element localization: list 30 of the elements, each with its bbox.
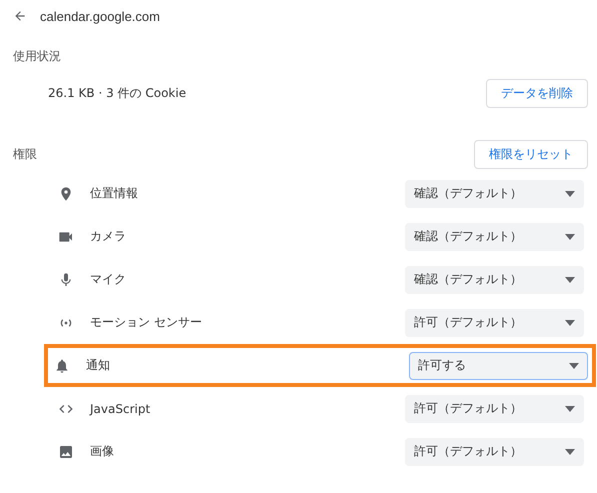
caret-icon [565, 276, 575, 282]
permission-dropdown[interactable]: 許可（デフォルト） [405, 394, 584, 422]
permission-label: マイク [90, 271, 127, 288]
permission-label: 画像 [90, 443, 115, 460]
caret-icon [565, 448, 575, 454]
caret-icon [565, 406, 575, 412]
section-heading: 使用状況 [12, 48, 62, 65]
clear-data-button[interactable]: データを削除 [486, 78, 588, 108]
bell-icon [54, 358, 70, 374]
permission-label: カメラ [90, 228, 127, 245]
permission-dropdown[interactable]: 許可する [409, 352, 588, 380]
image-icon [58, 444, 74, 460]
caret-icon [569, 362, 579, 368]
permission-label: 通知 [86, 357, 111, 374]
permission-dropdown[interactable]: 許可（デフォルト） [405, 308, 584, 336]
permission-label: 位置情報 [90, 185, 139, 202]
permission-dropdown[interactable]: 確認（デフォルト） [405, 266, 584, 294]
reset-permissions-button[interactable]: 権限をリセット [474, 140, 588, 168]
caret-icon [565, 190, 575, 196]
permission-dropdown[interactable]: 確認（デフォルト） [405, 222, 584, 250]
caret-icon [565, 320, 575, 326]
site-title: calendar.google.com [40, 8, 160, 24]
caret-icon [565, 234, 575, 240]
permission-dropdown[interactable]: 許可（デフォルト） [405, 438, 584, 466]
usage-summary: 26.1 KB · 3 件の Cookie [47, 84, 186, 102]
section-heading: 権限 [12, 146, 37, 162]
permission-label: モーション センサー [90, 314, 203, 331]
permission-dropdown[interactable]: 確認（デフォルト） [405, 180, 584, 208]
permission-label: JavaScript [90, 402, 152, 416]
back-arrow-icon[interactable] [13, 9, 27, 23]
